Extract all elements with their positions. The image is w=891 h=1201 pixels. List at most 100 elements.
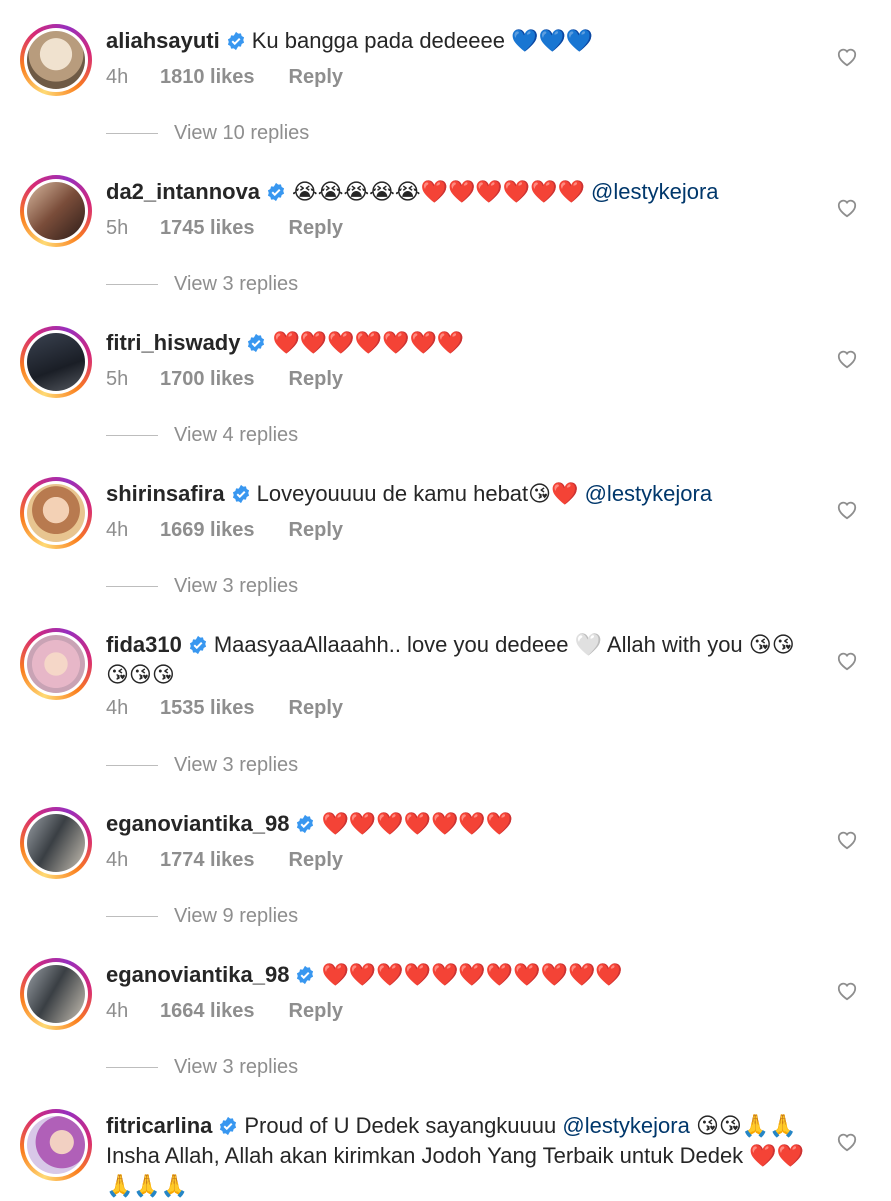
heart-outline-icon[interactable]: [836, 198, 858, 218]
view-replies-label[interactable]: View 3 replies: [174, 1056, 298, 1078]
avatar-story-ring[interactable]: [20, 1109, 92, 1181]
view-replies-label[interactable]: View 4 replies: [174, 424, 298, 446]
comment-time: 4h: [106, 697, 129, 719]
reply-button[interactable]: Reply: [289, 1000, 343, 1023]
comment-body: MaasyaaAllaaahh.. love you dedeee 🤍 Alla…: [106, 632, 795, 687]
heart-outline-icon[interactable]: [836, 651, 858, 671]
avatar[interactable]: [27, 1116, 85, 1174]
comment-body: 😭😭😭😭😭❤️❤️❤️❤️❤️❤️: [292, 179, 592, 204]
comment-body: Ku bangga pada dedeeee 💙💙💙: [251, 28, 594, 53]
avatar-story-ring[interactable]: [20, 628, 92, 700]
likes-count[interactable]: 1774 likes: [160, 849, 255, 872]
comment-text: eganoviantika_98 ❤️❤️❤️❤️❤️❤️❤️❤️❤️❤️❤️: [106, 960, 806, 990]
comment-time: 4h: [106, 849, 129, 871]
heart-outline-icon[interactable]: [836, 1132, 858, 1152]
avatar[interactable]: [27, 814, 85, 872]
verified-badge-icon: [232, 484, 249, 504]
verified-badge-icon: [267, 182, 285, 202]
comment-meta: 4h 1669 likes Reply: [106, 519, 343, 542]
verified-badge-icon: [220, 1116, 237, 1136]
likes-count[interactable]: 1669 likes: [160, 519, 255, 542]
view-replies-button[interactable]: View 3 replies: [106, 1056, 298, 1079]
view-replies-button[interactable]: View 3 replies: [106, 575, 298, 598]
view-replies-label[interactable]: View 9 replies: [174, 905, 298, 927]
avatar[interactable]: [27, 965, 85, 1023]
avatar[interactable]: [27, 333, 85, 391]
comment-username[interactable]: eganoviantika_98: [106, 962, 289, 987]
avatar-story-ring[interactable]: [20, 175, 92, 247]
comment-time: 5h: [106, 217, 129, 239]
verified-badge-icon: [189, 635, 206, 655]
comment-username[interactable]: fida310: [106, 632, 182, 657]
avatar-story-ring[interactable]: [20, 958, 92, 1030]
comment-text: eganoviantika_98 ❤️❤️❤️❤️❤️❤️❤️: [106, 809, 806, 839]
comment-meta: 4h 1810 likes Reply: [106, 66, 343, 89]
avatar[interactable]: [27, 635, 85, 693]
heart-outline-icon[interactable]: [836, 830, 858, 850]
view-replies-button[interactable]: View 10 replies: [106, 122, 309, 145]
reply-button[interactable]: Reply: [289, 519, 343, 542]
verified-badge-icon: [297, 965, 314, 985]
likes-count[interactable]: 1745 likes: [160, 217, 255, 240]
verified-badge-icon: [248, 333, 265, 353]
comment-meta: 5h 1745 likes Reply: [106, 217, 343, 240]
comment-text: fitri_hiswady ❤️❤️❤️❤️❤️❤️❤️: [106, 328, 806, 358]
heart-outline-icon[interactable]: [836, 981, 858, 1001]
avatar-story-ring[interactable]: [20, 326, 92, 398]
comment-username[interactable]: da2_intannova: [106, 179, 260, 204]
comment-time: 4h: [106, 1000, 129, 1022]
reply-button[interactable]: Reply: [289, 217, 343, 240]
mention-link[interactable]: @lestykejora: [591, 179, 719, 204]
replies-divider: [106, 1067, 158, 1069]
replies-divider: [106, 586, 158, 588]
comment-username[interactable]: eganoviantika_98: [106, 811, 289, 836]
comment-body: ❤️❤️❤️❤️❤️❤️❤️❤️❤️❤️❤️: [321, 962, 623, 987]
comment-body: Loveyouuuu de kamu hebat😘❤️: [256, 481, 585, 506]
view-replies-button[interactable]: View 9 replies: [106, 905, 298, 928]
heart-outline-icon[interactable]: [836, 500, 858, 520]
comment-text: fida310 MaasyaaAllaaahh.. love you dedeee…: [106, 630, 806, 690]
comment-body: ❤️❤️❤️❤️❤️❤️❤️: [321, 811, 514, 836]
verified-badge-icon: [227, 31, 244, 51]
comment-text: shirinsafira Loveyouuuu de kamu hebat😘❤️ …: [106, 479, 806, 509]
view-replies-button[interactable]: View 3 replies: [106, 754, 298, 777]
reply-button[interactable]: Reply: [289, 66, 343, 89]
comment-meta: 4h 1535 likes Reply: [106, 697, 343, 720]
avatar-story-ring[interactable]: [20, 24, 92, 96]
view-replies-label[interactable]: View 10 replies: [174, 122, 309, 144]
comment-text: aliahsayuti Ku bangga pada dedeeee 💙💙💙: [106, 26, 806, 56]
likes-count[interactable]: 1810 likes: [160, 66, 255, 89]
avatar-story-ring[interactable]: [20, 477, 92, 549]
comment-body: Proud of U Dedek sayangkuuuu: [244, 1113, 563, 1138]
likes-count[interactable]: 1535 likes: [160, 697, 255, 720]
comment-text: fitricarlina Proud of U Dedek sayangkuuuu…: [106, 1111, 806, 1201]
view-replies-button[interactable]: View 3 replies: [106, 273, 298, 296]
comment-username[interactable]: shirinsafira: [106, 481, 225, 506]
comment-username[interactable]: fitricarlina: [106, 1113, 212, 1138]
likes-count[interactable]: 1664 likes: [160, 1000, 255, 1023]
heart-outline-icon[interactable]: [836, 47, 858, 67]
reply-button[interactable]: Reply: [289, 849, 343, 872]
comment-body: ❤️❤️❤️❤️❤️❤️❤️: [272, 330, 465, 355]
heart-outline-icon[interactable]: [836, 349, 858, 369]
view-replies-label[interactable]: View 3 replies: [174, 273, 298, 295]
comment-time: 5h: [106, 368, 129, 390]
comment-meta: 5h 1700 likes Reply: [106, 368, 343, 391]
avatar[interactable]: [27, 484, 85, 542]
avatar-story-ring[interactable]: [20, 807, 92, 879]
replies-divider: [106, 284, 158, 286]
comment-meta: 4h 1774 likes Reply: [106, 849, 343, 872]
avatar[interactable]: [27, 182, 85, 240]
replies-divider: [106, 765, 158, 767]
view-replies-label[interactable]: View 3 replies: [174, 575, 298, 597]
view-replies-label[interactable]: View 3 replies: [174, 754, 298, 776]
likes-count[interactable]: 1700 likes: [160, 368, 255, 391]
avatar[interactable]: [27, 31, 85, 89]
comment-username[interactable]: aliahsayuti: [106, 28, 220, 53]
reply-button[interactable]: Reply: [289, 697, 343, 720]
reply-button[interactable]: Reply: [289, 368, 343, 391]
mention-link[interactable]: @lestykejora: [585, 481, 713, 506]
mention-link[interactable]: @lestykejora: [562, 1113, 690, 1138]
view-replies-button[interactable]: View 4 replies: [106, 424, 298, 447]
comment-username[interactable]: fitri_hiswady: [106, 330, 240, 355]
